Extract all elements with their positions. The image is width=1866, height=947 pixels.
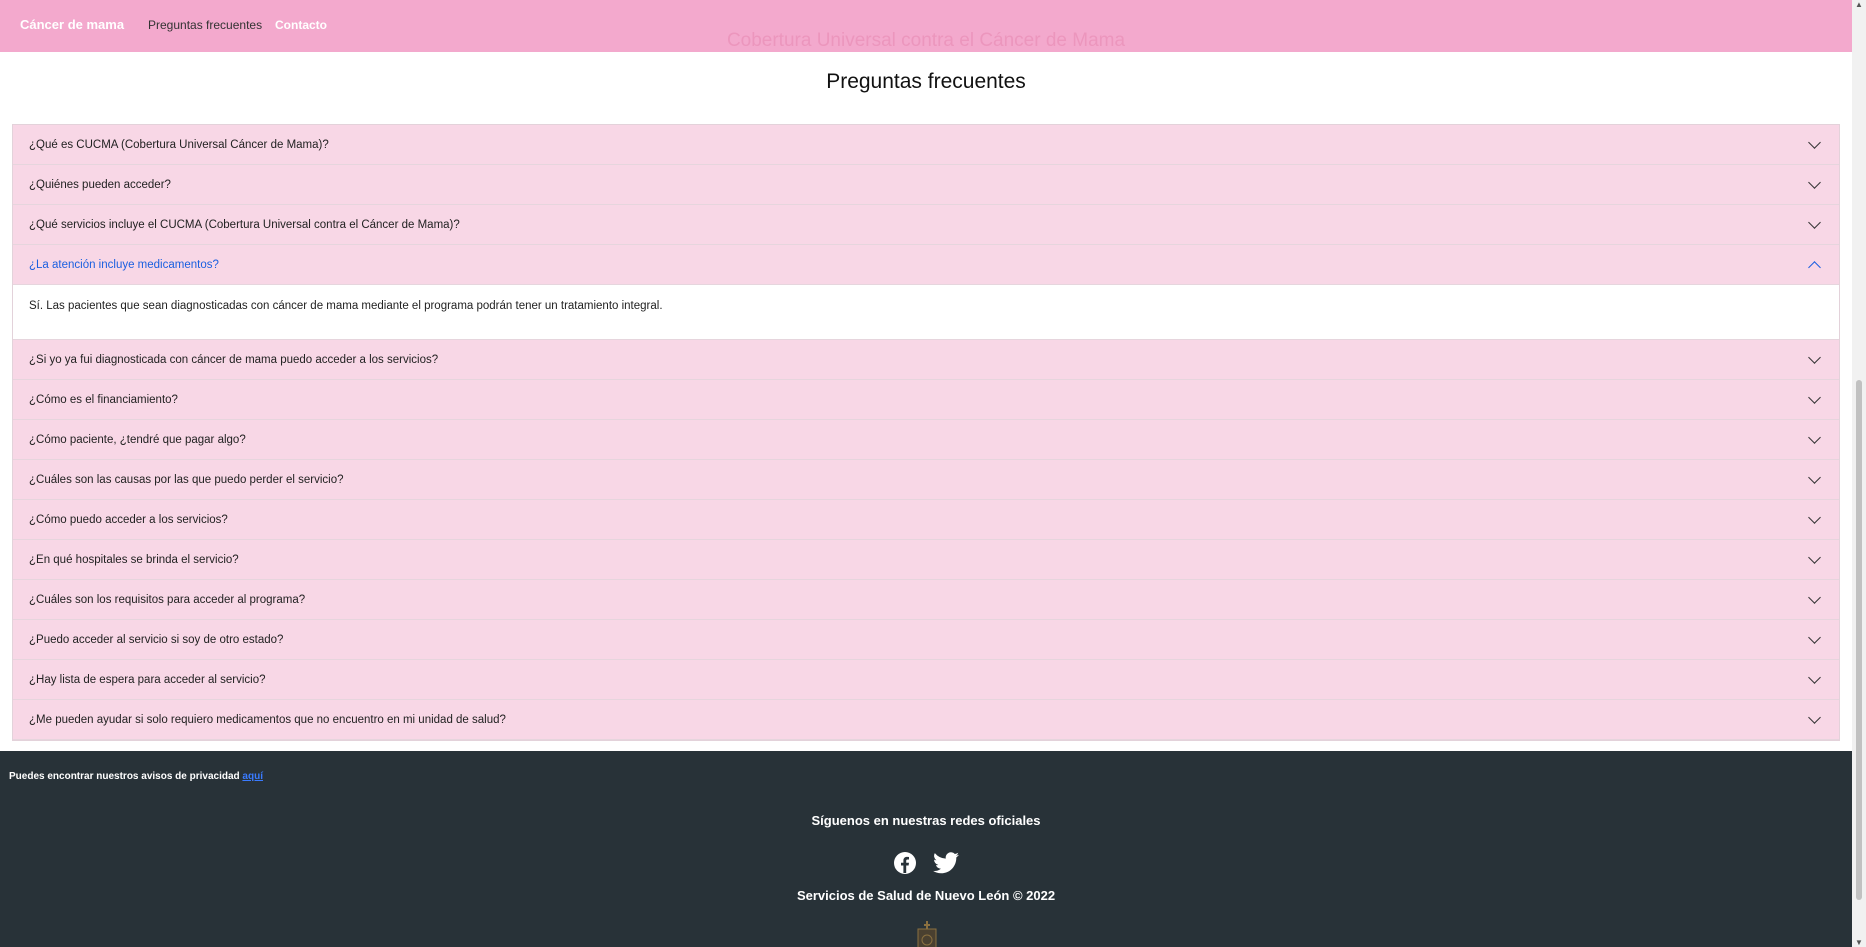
faq-answer: Sí. Las pacientes que sean diagnosticada… <box>13 285 1839 340</box>
copyright: Servicios de Salud de Nuevo León © 2022 <box>796 888 1056 903</box>
chevron-down-icon <box>1808 550 1821 564</box>
faq-question: ¿Hay lista de espera para acceder al ser… <box>29 673 266 686</box>
site-title: Cobertura Universal contra el Cáncer de … <box>726 30 1126 51</box>
faq-question-button[interactable]: ¿Quiénes pueden acceder? <box>13 165 1839 205</box>
navbar: Cáncer de mama Preguntas frecuentes Cont… <box>0 0 1852 52</box>
faq-question-button[interactable]: ¿En qué hospitales se brinda el servicio… <box>13 540 1839 580</box>
follow-heading: Síguenos en nuestras redes oficiales <box>811 813 1041 828</box>
social-links <box>0 851 1852 880</box>
faq-question-button[interactable]: ¿Hay lista de espera para acceder al ser… <box>13 660 1839 700</box>
faq-accordion: ¿Qué es CUCMA (Cobertura Universal Cánce… <box>12 124 1840 741</box>
faq-question: ¿Cuáles son los requisitos para acceder … <box>29 593 306 606</box>
chevron-down-icon <box>1808 350 1821 364</box>
faq-question: ¿Puedo acceder al servicio si soy de otr… <box>29 633 284 646</box>
chevron-up-icon <box>1808 260 1821 274</box>
privacy-notice: Puedes encontrar nuestros avisos de priv… <box>9 771 263 782</box>
faq-question-button[interactable]: ¿Cómo es el financiamiento? <box>13 380 1839 420</box>
scroll-up-icon[interactable]: ▲ <box>1855 0 1863 9</box>
chevron-down-icon <box>1808 470 1821 484</box>
faq-question: ¿En qué hospitales se brinda el servicio… <box>29 553 239 566</box>
scrollbar-thumb[interactable] <box>1856 380 1862 900</box>
government-logo <box>917 921 937 947</box>
faq-question: ¿Cómo es el financiamiento? <box>29 393 178 406</box>
chevron-down-icon <box>1808 510 1821 524</box>
twitter-icon[interactable] <box>933 851 959 880</box>
faq-question: ¿Quiénes pueden acceder? <box>29 178 171 191</box>
faq-question-button[interactable]: ¿Qué es CUCMA (Cobertura Universal Cánce… <box>13 125 1839 165</box>
faq-question: ¿Qué es CUCMA (Cobertura Universal Cánce… <box>29 138 329 151</box>
chevron-down-icon <box>1808 430 1821 444</box>
faq-question-button[interactable]: ¿La atención incluye medicamentos? <box>13 245 1839 285</box>
scroll-down-icon[interactable]: ▼ <box>1855 938 1863 947</box>
faq-question: ¿Me pueden ayudar si solo requiero medic… <box>29 713 506 726</box>
footer: Puedes encontrar nuestros avisos de priv… <box>0 751 1852 947</box>
faq-question-button[interactable]: ¿Me pueden ayudar si solo requiero medic… <box>13 700 1839 740</box>
faq-question-button[interactable]: ¿Cómo paciente, ¿tendré que pagar algo? <box>13 420 1839 460</box>
chevron-down-icon <box>1808 175 1821 189</box>
chevron-down-icon <box>1808 135 1821 149</box>
facebook-icon[interactable] <box>893 851 917 880</box>
faq-question-button[interactable]: ¿Cuáles son las causas por las que puedo… <box>13 460 1839 500</box>
chevron-down-icon <box>1808 710 1821 724</box>
page-title: Preguntas frecuentes <box>826 70 1026 93</box>
faq-question: ¿Cuáles son las causas por las que puedo… <box>29 473 344 486</box>
chevron-down-icon <box>1808 390 1821 404</box>
privacy-text: Puedes encontrar nuestros avisos de priv… <box>9 771 243 782</box>
faq-question: ¿Cómo paciente, ¿tendré que pagar algo? <box>29 433 246 446</box>
privacy-link[interactable]: aquí <box>242 771 263 782</box>
faq-question-button[interactable]: ¿Cuáles son los requisitos para acceder … <box>13 580 1839 620</box>
faq-question: ¿Qué servicios incluye el CUCMA (Cobertu… <box>29 218 460 231</box>
chevron-down-icon <box>1808 215 1821 229</box>
faq-question-button[interactable]: ¿Cómo puedo acceder a los servicios? <box>13 500 1839 540</box>
faq-question: ¿Cómo puedo acceder a los servicios? <box>29 513 228 526</box>
faq-question: ¿Si yo ya fui diagnosticada con cáncer d… <box>29 353 439 366</box>
page: Cáncer de mama Preguntas frecuentes Cont… <box>0 0 1852 947</box>
scrollbar[interactable]: ▲ ▼ <box>1852 0 1866 947</box>
chevron-down-icon <box>1808 670 1821 684</box>
faq-question-button[interactable]: ¿Qué servicios incluye el CUCMA (Cobertu… <box>13 205 1839 245</box>
chevron-down-icon <box>1808 630 1821 644</box>
faq-question-button[interactable]: ¿Si yo ya fui diagnosticada con cáncer d… <box>13 340 1839 380</box>
faq-question-button[interactable]: ¿Puedo acceder al servicio si soy de otr… <box>13 620 1839 660</box>
faq-question: ¿La atención incluye medicamentos? <box>29 258 219 271</box>
chevron-down-icon <box>1808 590 1821 604</box>
